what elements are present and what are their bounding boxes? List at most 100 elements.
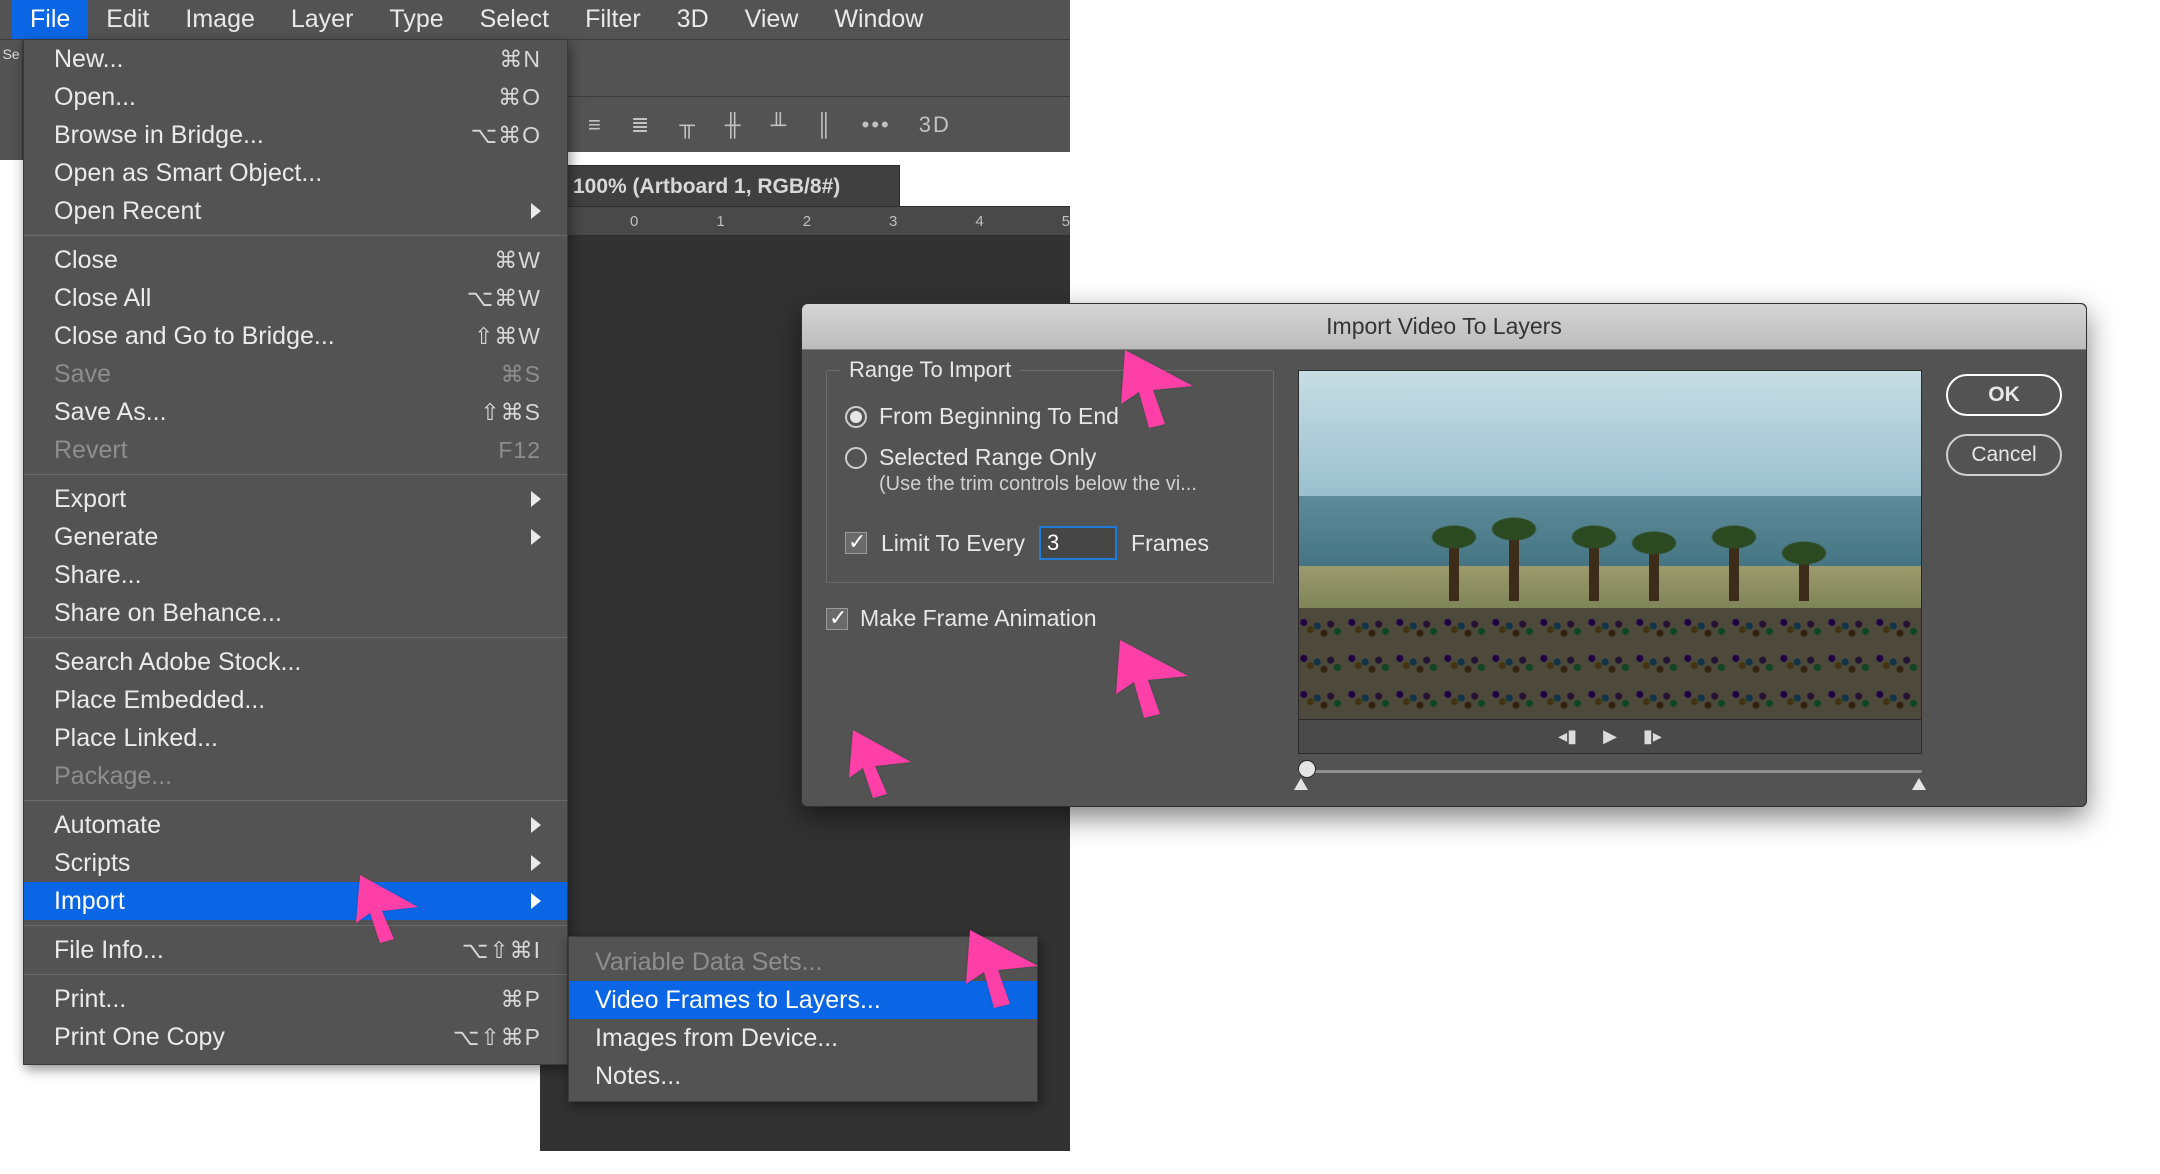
menu-item-label: Scripts <box>54 849 130 878</box>
menubar-item-view[interactable]: View <box>727 0 817 39</box>
menu-separator <box>24 637 567 638</box>
limit-checkbox[interactable] <box>845 532 867 554</box>
menu-item[interactable]: Save As... ⇧⌘S <box>24 393 567 431</box>
distribute-icon[interactable]: ╫ <box>725 112 743 138</box>
range-legend: Range To Import <box>841 357 1019 383</box>
menu-item-label: Place Embedded... <box>54 686 265 715</box>
chevron-right-icon <box>531 491 541 507</box>
chevron-right-icon <box>531 817 541 833</box>
menu-item-label: Close All <box>54 284 151 313</box>
prev-frame-icon[interactable]: ◂▮ <box>1558 726 1577 747</box>
menubar-item-edit[interactable]: Edit <box>88 0 167 39</box>
menu-separator <box>24 925 567 926</box>
chevron-right-icon <box>531 529 541 545</box>
align-icon[interactable]: ≡ <box>588 112 603 138</box>
menu-item: Revert F12 <box>24 431 567 469</box>
menu-item-label: Import <box>54 887 125 916</box>
menu-item-shortcut: ⇧⌘S <box>480 399 541 426</box>
menu-item-label: Save As... <box>54 398 167 427</box>
menu-item-label: Revert <box>54 436 128 465</box>
menu-item-label: Close and Go to Bridge... <box>54 322 335 351</box>
ok-button[interactable]: OK <box>1946 374 2062 416</box>
menubar-item-layer[interactable]: Layer <box>273 0 372 39</box>
menu-item[interactable]: Close and Go to Bridge... ⇧⌘W <box>24 317 567 355</box>
menu-item-shortcut: ⌘O <box>498 84 541 111</box>
player-controls: ◂▮ ▶ ▮▸ <box>1298 720 1922 754</box>
menu-item[interactable]: Place Linked... <box>24 719 567 757</box>
submenu-item[interactable]: Images from Device... <box>569 1019 1037 1057</box>
trim-in-handle-icon[interactable] <box>1294 778 1308 790</box>
limit-label-right: Frames <box>1131 530 1209 557</box>
menu-item[interactable]: Export <box>24 480 567 518</box>
menu-separator <box>24 235 567 236</box>
menu-item-label: Automate <box>54 811 161 840</box>
menu-item-shortcut: ⌥⇧⌘P <box>453 1024 541 1051</box>
menu-item[interactable]: Automate <box>24 806 567 844</box>
play-icon[interactable]: ▶ <box>1603 726 1617 747</box>
menubar-item-3d[interactable]: 3D <box>659 0 727 39</box>
distribute-icon[interactable]: ║ <box>816 112 834 138</box>
menu-item[interactable]: Open...⌘O <box>24 78 567 116</box>
cancel-button[interactable]: Cancel <box>1946 434 2062 476</box>
menu-item-label: Package... <box>54 762 172 791</box>
menubar-item-file[interactable]: File <box>12 0 88 39</box>
menubar-item-type[interactable]: Type <box>371 0 461 39</box>
limit-label: Limit To Every <box>881 530 1025 557</box>
menu-item[interactable]: File Info...⌥⇧⌘I <box>24 931 567 969</box>
align-icon[interactable]: ≣ <box>631 112 651 138</box>
more-icon[interactable]: ••• <box>862 112 891 138</box>
menu-item[interactable]: Close⌘W <box>24 241 567 279</box>
trim-out-handle-icon[interactable] <box>1912 778 1926 790</box>
menu-item[interactable]: Browse in Bridge...⌥⌘O <box>24 116 567 154</box>
menu-item[interactable]: Share... <box>24 556 567 594</box>
ruler: 01 23 45 <box>540 206 1070 236</box>
dialog-title: Import Video To Layers <box>802 304 2086 350</box>
menu-item-shortcut: ⌘S <box>501 361 541 388</box>
options-bar: ≡ ≣ ╥ ╫ ╨ ║ ••• 3D <box>540 96 1070 152</box>
menu-item[interactable]: Scripts <box>24 844 567 882</box>
menu-item[interactable]: Search Adobe Stock... <box>24 643 567 681</box>
menu-item-label: Share on Behance... <box>54 599 282 628</box>
menu-item[interactable]: New...⌘N <box>24 40 567 78</box>
chevron-right-icon <box>531 893 541 909</box>
menu-item[interactable]: Close All ⌥⌘W <box>24 279 567 317</box>
menubar-item-filter[interactable]: Filter <box>567 0 659 39</box>
menu-item[interactable]: Import <box>24 882 567 920</box>
radio-icon[interactable] <box>845 447 867 469</box>
menu-item[interactable]: Print One Copy⌥⇧⌘P <box>24 1018 567 1056</box>
menu-item-shortcut: ⌘N <box>499 46 541 73</box>
menu-item-shortcut: ⌥⌘W <box>467 285 541 312</box>
make-frame-animation-checkbox[interactable] <box>826 608 848 630</box>
radio-label: Selected Range Only <box>879 444 1096 471</box>
menu-item[interactable]: Place Embedded... <box>24 681 567 719</box>
menu-item-label: Share... <box>54 561 142 590</box>
menu-item-label: Open as Smart Object... <box>54 159 322 188</box>
playhead-icon[interactable] <box>1298 760 1316 778</box>
import-video-dialog: Import Video To Layers Range To Import F… <box>801 303 2087 807</box>
document-tab[interactable]: 100% (Artboard 1, RGB/8#) <box>540 165 900 209</box>
submenu-item[interactable]: Notes... <box>569 1057 1037 1095</box>
menu-item-shortcut: ⇧⌘W <box>474 323 541 350</box>
limit-frames-input[interactable] <box>1039 526 1117 560</box>
menubar: FileEditImageLayerTypeSelectFilter3DView… <box>0 0 1070 40</box>
mode-3d-label[interactable]: 3D <box>919 112 951 138</box>
menubar-item-window[interactable]: Window <box>816 0 941 39</box>
menu-item-label: Browse in Bridge... <box>54 121 264 150</box>
distribute-icon[interactable]: ╥ <box>679 112 697 138</box>
menu-item[interactable]: Open Recent <box>24 192 567 230</box>
menubar-item-select[interactable]: Select <box>462 0 567 39</box>
menu-item[interactable]: Generate <box>24 518 567 556</box>
menubar-item-image[interactable]: Image <box>167 0 272 39</box>
selected-range-hint: (Use the trim controls below the vi... <box>879 473 1255 496</box>
menu-item[interactable]: Print...⌘P <box>24 980 567 1018</box>
radio-icon[interactable] <box>845 406 867 428</box>
menu-item[interactable]: Share on Behance... <box>24 594 567 632</box>
distribute-icon[interactable]: ╨ <box>770 112 788 138</box>
next-frame-icon[interactable]: ▮▸ <box>1643 726 1662 747</box>
trim-slider[interactable] <box>1298 764 1922 780</box>
file-menu: New...⌘NOpen...⌘OBrowse in Bridge...⌥⌘O O… <box>23 40 568 1065</box>
radio-label: From Beginning To End <box>879 403 1119 430</box>
menu-item[interactable]: Open as Smart Object... <box>24 154 567 192</box>
radio-selected-range[interactable]: Selected Range Only <box>845 444 1255 471</box>
menu-item-shortcut: F12 <box>498 437 541 464</box>
